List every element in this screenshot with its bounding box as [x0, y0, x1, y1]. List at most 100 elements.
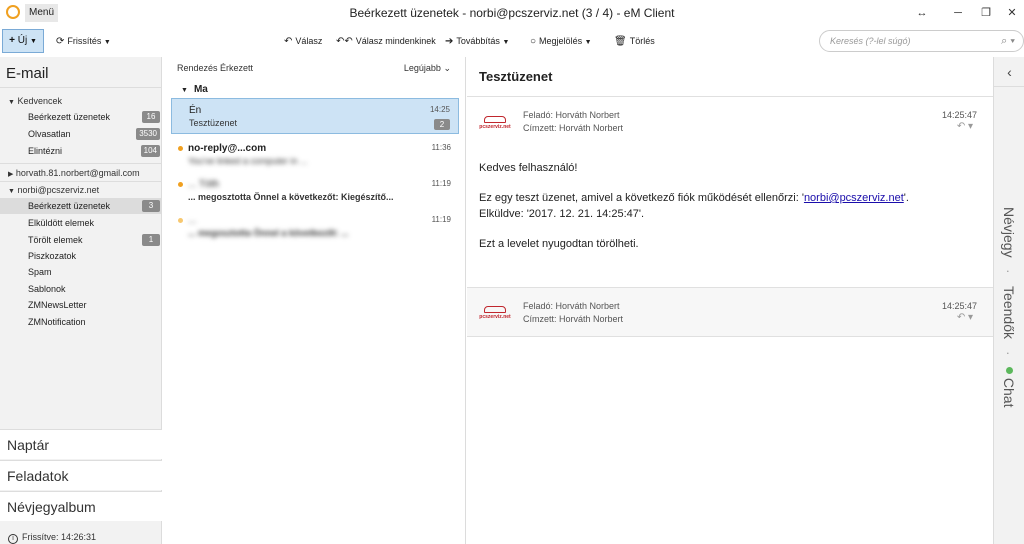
right-sidebar: ‹ Névjegy · Teendők · Chat [993, 57, 1024, 544]
sort-selector[interactable]: Rendezés Érkezett [177, 63, 253, 73]
circle-icon: ○ [530, 36, 537, 47]
divider [0, 181, 162, 182]
message-time: 14:25 [429, 105, 450, 114]
folder-sent[interactable]: Elküldött elemek [0, 215, 162, 231]
logo-text: pcszerviz.net [479, 124, 511, 130]
status-bar: i Frissítve: 14:26:31 [0, 530, 162, 544]
reply-label: Válasz [295, 36, 323, 46]
message-list: Rendezés Érkezett Legújabb ⌄ ▼ Ma Én Tesz… [163, 57, 466, 544]
trash-icon: 🗑 [614, 36, 627, 47]
search-icon[interactable]: ⌕ ▾ [1001, 31, 1015, 51]
new-button-label: Új [17, 35, 28, 46]
group-header-today[interactable]: ▼ Ma [181, 84, 208, 95]
tab-contacts[interactable]: Névjegy [1001, 207, 1017, 258]
folder-drafts[interactable]: Piszkozatok [0, 248, 162, 264]
folder-spam[interactable]: Spam [0, 264, 162, 280]
folder-label: ZMNotification [28, 317, 86, 327]
message-row[interactable]: ... ... megosztotta Önnel a következőt: … [171, 209, 459, 245]
folder-label: Spam [28, 267, 52, 277]
folder-favorites-inbox[interactable]: Beérkezett üzenetek 16 [0, 109, 162, 125]
folder-zmnotification[interactable]: ZMNotification [0, 314, 162, 330]
sender-logo: pcszerviz.net [479, 112, 511, 132]
folder-deleted[interactable]: Törölt elemek 1 [0, 232, 162, 248]
unread-dot-icon [178, 218, 183, 223]
unread-badge: 1 [142, 234, 160, 246]
folder-label: ZMNewsLetter [28, 300, 87, 310]
tab-chat-label: Chat [1001, 378, 1017, 408]
message-subject: Tesztüzenet [189, 118, 238, 128]
forward-label: Továbbítás [456, 36, 500, 46]
closing-text: Ezt a levelet nyugodtan törölheti. [479, 238, 639, 250]
refresh-button[interactable]: ⟳ Frissítés ▼ [56, 29, 111, 53]
close-button[interactable]: ✕ [1002, 4, 1022, 22]
unread-badge: 104 [140, 145, 160, 157]
sidebar-tabs: Névjegy · Teendők · Chat [997, 207, 1021, 447]
folder-label: Beérkezett üzenetek [28, 201, 111, 211]
reply-icon[interactable]: ↶ ▾ [957, 312, 973, 323]
forward-button[interactable]: ➔ Továbbítás ▼ [445, 29, 509, 53]
body-line: '. [903, 192, 909, 204]
sort-order-selector[interactable]: Legújabb ⌄ [404, 63, 451, 74]
nav-tasks[interactable]: Feladatok [0, 460, 162, 490]
message-time: 14:25:47 [941, 301, 977, 311]
delete-label: Törlés [629, 36, 655, 46]
expand-triangle-icon: ▼ [8, 188, 15, 195]
account-gmail[interactable]: ▶ horvath.81.norbert@gmail.com [8, 168, 140, 178]
body-line: Ez egy teszt üzenet, amivel a következő … [479, 192, 804, 204]
message-row[interactable]: Én Tesztüzenet 14:25 2 [171, 98, 459, 134]
thread-count-badge: 2 [434, 119, 450, 130]
reply-icon: ↶ [284, 36, 293, 47]
unread-dot-icon [178, 182, 183, 187]
folder-templates[interactable]: Sablonok [0, 281, 162, 297]
search-input[interactable]: Keresés (?-lel súgó) ⌕ ▾ [819, 30, 1024, 52]
folder-inbox[interactable]: Beérkezett üzenetek 3 [0, 198, 162, 214]
thread-message-collapsed[interactable]: pcszerviz.net Feladó: Horváth Norbert Cí… [467, 287, 993, 337]
expand-triangle-icon: ▼ [181, 87, 188, 94]
reply-all-button[interactable]: ↶↶ Válasz mindenkinek [336, 29, 436, 53]
divider [0, 87, 162, 88]
sent-line: Elküldve: '2017. 12. 21. 14:25:47'. [479, 208, 645, 220]
mark-button[interactable]: ○ Megjelölés ▼ [530, 29, 592, 53]
minimize-button[interactable]: ─ [948, 4, 968, 22]
car-icon [484, 306, 506, 313]
nav-contacts[interactable]: Névjegyalbum [0, 491, 162, 521]
restore-size-icon[interactable]: ↔ [912, 4, 932, 22]
mark-label: Megjelölés [539, 36, 583, 46]
nav-calendar[interactable]: Naptár [0, 429, 162, 459]
refresh-icon: ⟳ [56, 36, 65, 47]
tab-todos[interactable]: Teendők [1001, 286, 1017, 339]
email-link[interactable]: norbi@pcszerviz.net [804, 192, 904, 204]
chevron-down-icon: ▼ [29, 38, 37, 45]
refresh-label: Frissítés [67, 36, 102, 46]
title-bar: Menü Beérkezett üzenetek - norbi@pcszerv… [0, 0, 1024, 26]
expand-triangle-icon: ▶ [8, 171, 14, 178]
message-row[interactable]: no-reply@...com You've linked a computer… [171, 137, 459, 173]
tab-chat[interactable]: Chat [1001, 367, 1017, 408]
car-icon [484, 116, 506, 123]
favorites-group[interactable]: ▼ Kedvencek [8, 96, 62, 106]
folder-favorites-todo[interactable]: Elintézni 104 [0, 143, 162, 159]
forward-icon: ➔ [445, 36, 454, 47]
folder-label: Elintézni [28, 146, 63, 156]
message-row[interactable]: ... Tóth ... megosztotta Önnel a követke… [171, 173, 459, 209]
folder-favorites-unread[interactable]: Olvasatlan 3530 [0, 126, 162, 142]
plus-icon: + [9, 35, 15, 46]
account-pcszerviz[interactable]: ▼ norbi@pcszerviz.net [8, 185, 99, 195]
maximize-button[interactable]: ❐ [976, 4, 996, 22]
reply-icon[interactable]: ↶ ▾ [957, 121, 973, 132]
online-status-icon [1005, 367, 1013, 375]
reply-button[interactable]: ↶ Válasz [284, 29, 322, 53]
from-line: Feladó: Horváth Norbert [523, 301, 620, 311]
new-button[interactable]: + Új ▼ [2, 29, 44, 53]
reading-pane: Tesztüzenet pcszerviz.net Feladó: Horvát… [467, 57, 993, 544]
message-body: Kedves felhasználó! Ez egy teszt üzenet,… [479, 160, 979, 266]
group-label: Ma [193, 84, 208, 95]
folder-zmnewsletter[interactable]: ZMNewsLetter [0, 297, 162, 313]
divider [467, 96, 993, 97]
unread-badge: 3530 [136, 128, 160, 140]
tab-separator: · [1001, 350, 1017, 356]
delete-button[interactable]: 🗑 Törlés [614, 29, 655, 53]
collapse-sidebar-icon[interactable]: ‹ [994, 57, 1024, 87]
account-label: horvath.81.norbert@gmail.com [15, 168, 140, 178]
from-line: Feladó: Horváth Norbert [523, 110, 620, 120]
